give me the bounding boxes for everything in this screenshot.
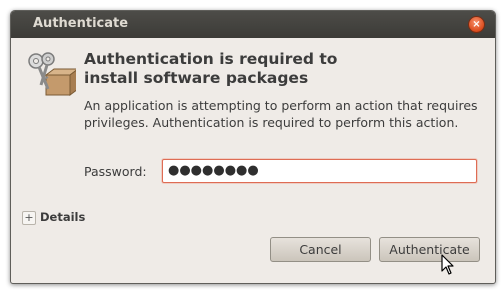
dialog-message: An application is attempting to perform … xyxy=(84,98,478,130)
title-bar[interactable]: Authenticate × xyxy=(11,11,495,38)
cancel-button[interactable]: Cancel xyxy=(270,237,371,262)
keys-package-icon xyxy=(28,52,76,96)
password-masked-value: ●●●●●●●● xyxy=(168,163,259,178)
close-button[interactable]: × xyxy=(469,17,484,32)
dialog-heading: Authentication is required to install so… xyxy=(84,50,474,88)
details-label[interactable]: Details xyxy=(40,210,85,224)
authenticate-dialog: Authenticate × Authentication is require… xyxy=(10,10,496,284)
heading-line-2: install software packages xyxy=(84,69,309,87)
window-title: Authenticate xyxy=(33,16,129,31)
authenticate-button[interactable]: Authenticate xyxy=(379,237,480,262)
close-icon: × xyxy=(472,19,481,30)
expand-plus-icon[interactable]: + xyxy=(22,211,36,225)
mouse-pointer-icon xyxy=(441,254,454,275)
password-label: Password: xyxy=(84,164,147,179)
heading-line-1: Authentication is required to xyxy=(84,50,338,68)
